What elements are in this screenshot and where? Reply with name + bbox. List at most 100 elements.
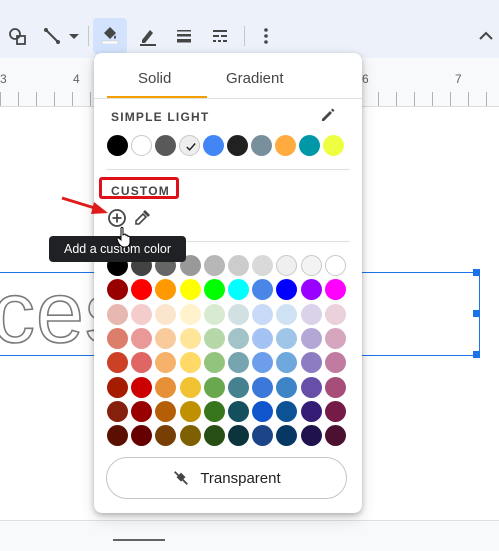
palette-color-swatch[interactable]: [300, 327, 322, 349]
palette-color-swatch[interactable]: [131, 376, 153, 398]
theme-color-swatch[interactable]: [251, 135, 272, 156]
palette-color-swatch[interactable]: [300, 352, 322, 374]
theme-color-swatch[interactable]: [155, 135, 176, 156]
palette-color-swatch[interactable]: [203, 279, 225, 301]
edit-theme-pencil-icon[interactable]: [320, 107, 336, 123]
palette-color-swatch[interactable]: [300, 303, 322, 325]
dropdown-caret-icon[interactable]: [64, 22, 84, 50]
palette-color-swatch[interactable]: [131, 279, 153, 301]
palette-color-swatch[interactable]: [276, 376, 298, 398]
palette-color-swatch[interactable]: [179, 425, 201, 447]
resize-handle[interactable]: [473, 310, 480, 317]
palette-color-swatch[interactable]: [179, 352, 201, 374]
palette-color-swatch[interactable]: [324, 400, 346, 422]
palette-color-swatch[interactable]: [203, 303, 225, 325]
palette-color-swatch[interactable]: [107, 352, 128, 374]
palette-color-swatch[interactable]: [155, 352, 177, 374]
palette-color-swatch[interactable]: [324, 303, 346, 325]
palette-color-swatch[interactable]: [324, 425, 346, 447]
palette-color-swatch[interactable]: [131, 303, 153, 325]
more-vert-icon[interactable]: [252, 22, 280, 50]
fill-color-icon[interactable]: [96, 20, 124, 48]
border-weight-icon[interactable]: [170, 22, 198, 50]
theme-color-swatch[interactable]: [107, 135, 128, 156]
theme-color-swatch[interactable]: [203, 135, 224, 156]
palette-color-swatch[interactable]: [300, 279, 322, 301]
palette-color-swatch[interactable]: [252, 400, 274, 422]
theme-color-swatch[interactable]: [275, 135, 296, 156]
collapse-icon[interactable]: [472, 22, 499, 50]
shape-icon[interactable]: [4, 22, 32, 50]
palette-color-swatch[interactable]: [107, 303, 128, 325]
palette-color-swatch[interactable]: [228, 303, 249, 325]
palette-color-swatch[interactable]: [131, 400, 153, 422]
border-color-icon[interactable]: [134, 22, 162, 50]
palette-color-swatch[interactable]: [131, 327, 153, 349]
resize-handle[interactable]: [473, 351, 480, 358]
palette-color-swatch[interactable]: [276, 425, 298, 447]
palette-color-swatch[interactable]: [228, 279, 249, 301]
palette-color-swatch[interactable]: [276, 400, 298, 422]
palette-color-swatch[interactable]: [228, 400, 249, 422]
palette-color-swatch[interactable]: [324, 352, 346, 374]
palette-color-swatch[interactable]: [276, 327, 298, 349]
palette-color-swatch[interactable]: [252, 425, 274, 447]
palette-color-swatch[interactable]: [203, 255, 225, 276]
theme-color-swatch[interactable]: [131, 135, 152, 156]
palette-color-swatch[interactable]: [300, 255, 322, 276]
theme-color-swatch[interactable]: [323, 135, 344, 156]
palette-color-swatch[interactable]: [179, 400, 201, 422]
palette-color-swatch[interactable]: [324, 279, 346, 301]
line-icon[interactable]: [38, 22, 66, 50]
palette-color-swatch[interactable]: [131, 352, 153, 374]
tab-solid[interactable]: Solid: [138, 70, 171, 87]
palette-color-swatch[interactable]: [107, 376, 128, 398]
palette-color-swatch[interactable]: [228, 376, 249, 398]
palette-color-swatch[interactable]: [300, 400, 322, 422]
palette-color-swatch[interactable]: [107, 425, 128, 447]
palette-color-swatch[interactable]: [179, 327, 201, 349]
palette-color-swatch[interactable]: [252, 303, 274, 325]
palette-color-swatch[interactable]: [228, 255, 249, 276]
palette-color-swatch[interactable]: [276, 303, 298, 325]
tab-gradient[interactable]: Gradient: [226, 70, 284, 87]
theme-color-swatch[interactable]: [299, 135, 320, 156]
palette-color-swatch[interactable]: [324, 255, 346, 276]
palette-color-swatch[interactable]: [228, 327, 249, 349]
palette-color-swatch[interactable]: [324, 376, 346, 398]
palette-color-swatch[interactable]: [276, 255, 298, 276]
palette-color-swatch[interactable]: [107, 400, 128, 422]
palette-color-swatch[interactable]: [252, 376, 274, 398]
resize-handle[interactable]: [473, 269, 480, 276]
palette-color-swatch[interactable]: [228, 352, 249, 374]
palette-color-swatch[interactable]: [131, 425, 153, 447]
theme-color-swatch[interactable]: [227, 135, 248, 156]
palette-color-swatch[interactable]: [179, 303, 201, 325]
add-custom-color-icon[interactable]: [107, 208, 127, 228]
palette-color-swatch[interactable]: [203, 376, 225, 398]
palette-color-swatch[interactable]: [107, 327, 128, 349]
palette-color-swatch[interactable]: [300, 376, 322, 398]
palette-color-swatch[interactable]: [252, 352, 274, 374]
palette-color-swatch[interactable]: [324, 327, 346, 349]
palette-color-swatch[interactable]: [155, 303, 177, 325]
palette-color-swatch[interactable]: [252, 279, 274, 301]
palette-color-swatch[interactable]: [228, 425, 249, 447]
palette-color-swatch[interactable]: [276, 279, 298, 301]
eyedropper-icon[interactable]: [132, 208, 152, 228]
palette-color-swatch[interactable]: [179, 279, 201, 301]
transparent-button[interactable]: Transparent: [106, 457, 347, 499]
palette-color-swatch[interactable]: [203, 400, 225, 422]
palette-color-swatch[interactable]: [107, 279, 128, 301]
palette-color-swatch[interactable]: [155, 279, 177, 301]
palette-color-swatch[interactable]: [300, 425, 322, 447]
palette-color-swatch[interactable]: [155, 327, 177, 349]
palette-color-swatch[interactable]: [155, 425, 177, 447]
border-dash-icon[interactable]: [206, 22, 234, 50]
palette-color-swatch[interactable]: [155, 376, 177, 398]
palette-color-swatch[interactable]: [203, 327, 225, 349]
palette-color-swatch[interactable]: [203, 425, 225, 447]
palette-color-swatch[interactable]: [203, 352, 225, 374]
palette-color-swatch[interactable]: [155, 400, 177, 422]
palette-color-swatch[interactable]: [179, 376, 201, 398]
